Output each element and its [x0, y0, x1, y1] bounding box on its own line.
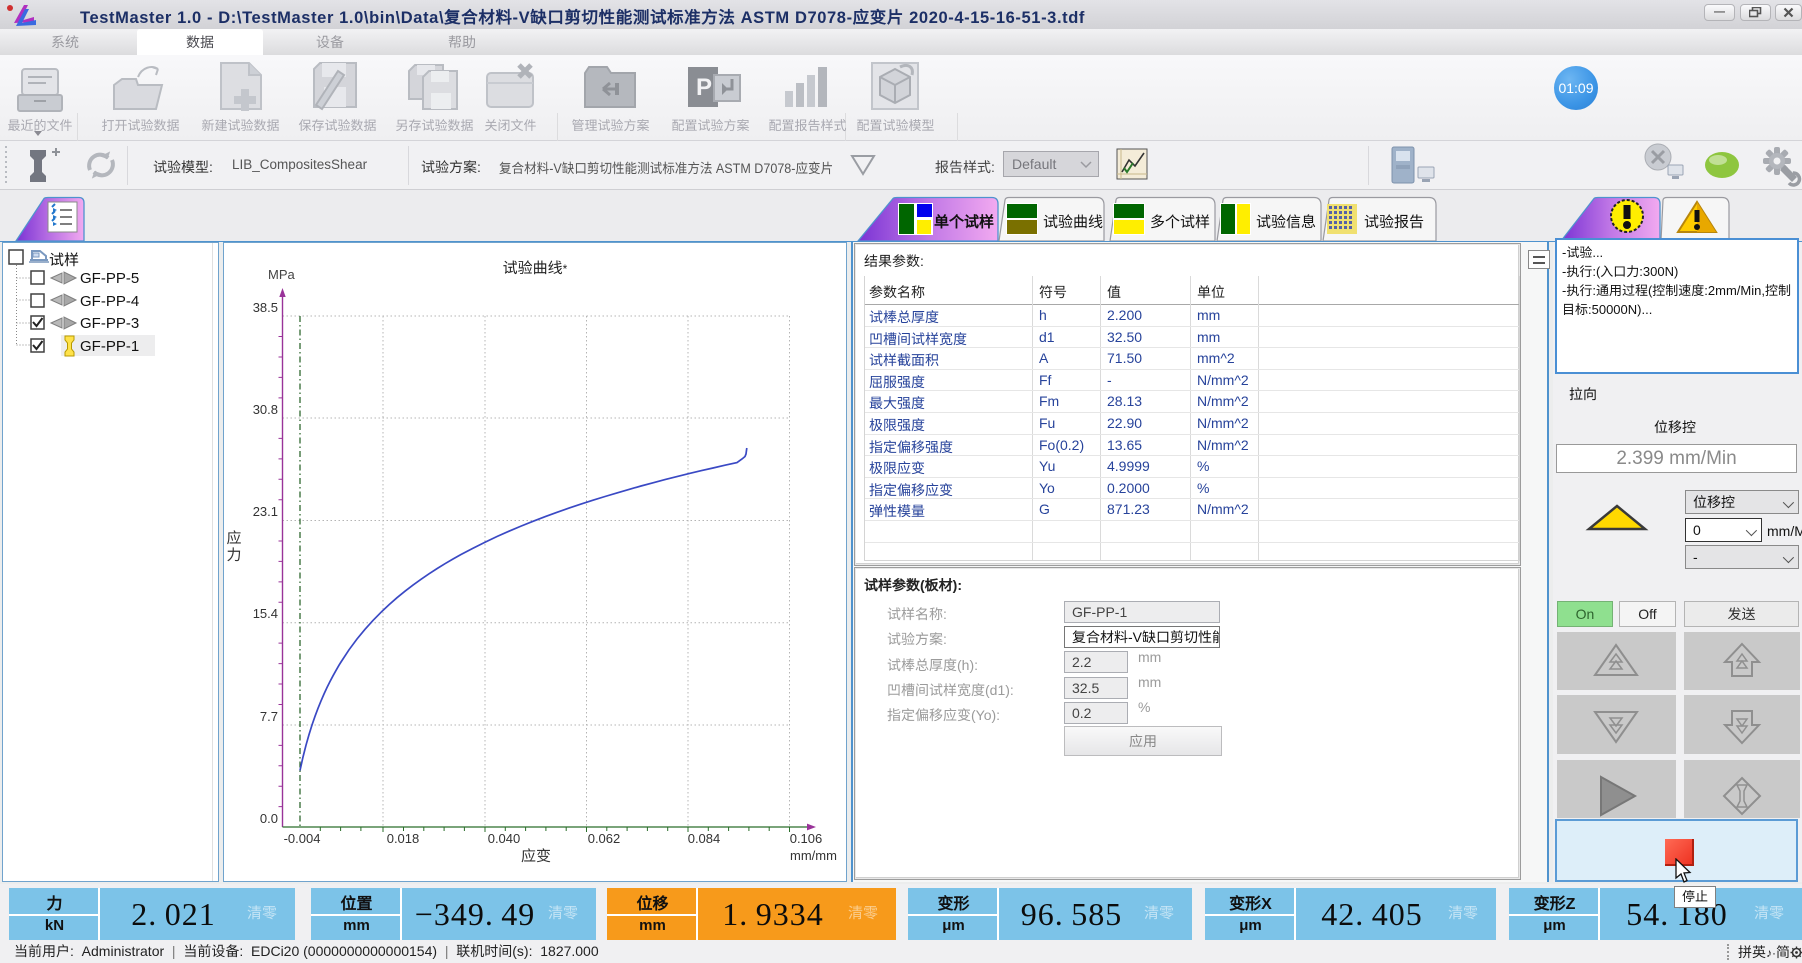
svg-text:P: P [696, 74, 712, 101]
